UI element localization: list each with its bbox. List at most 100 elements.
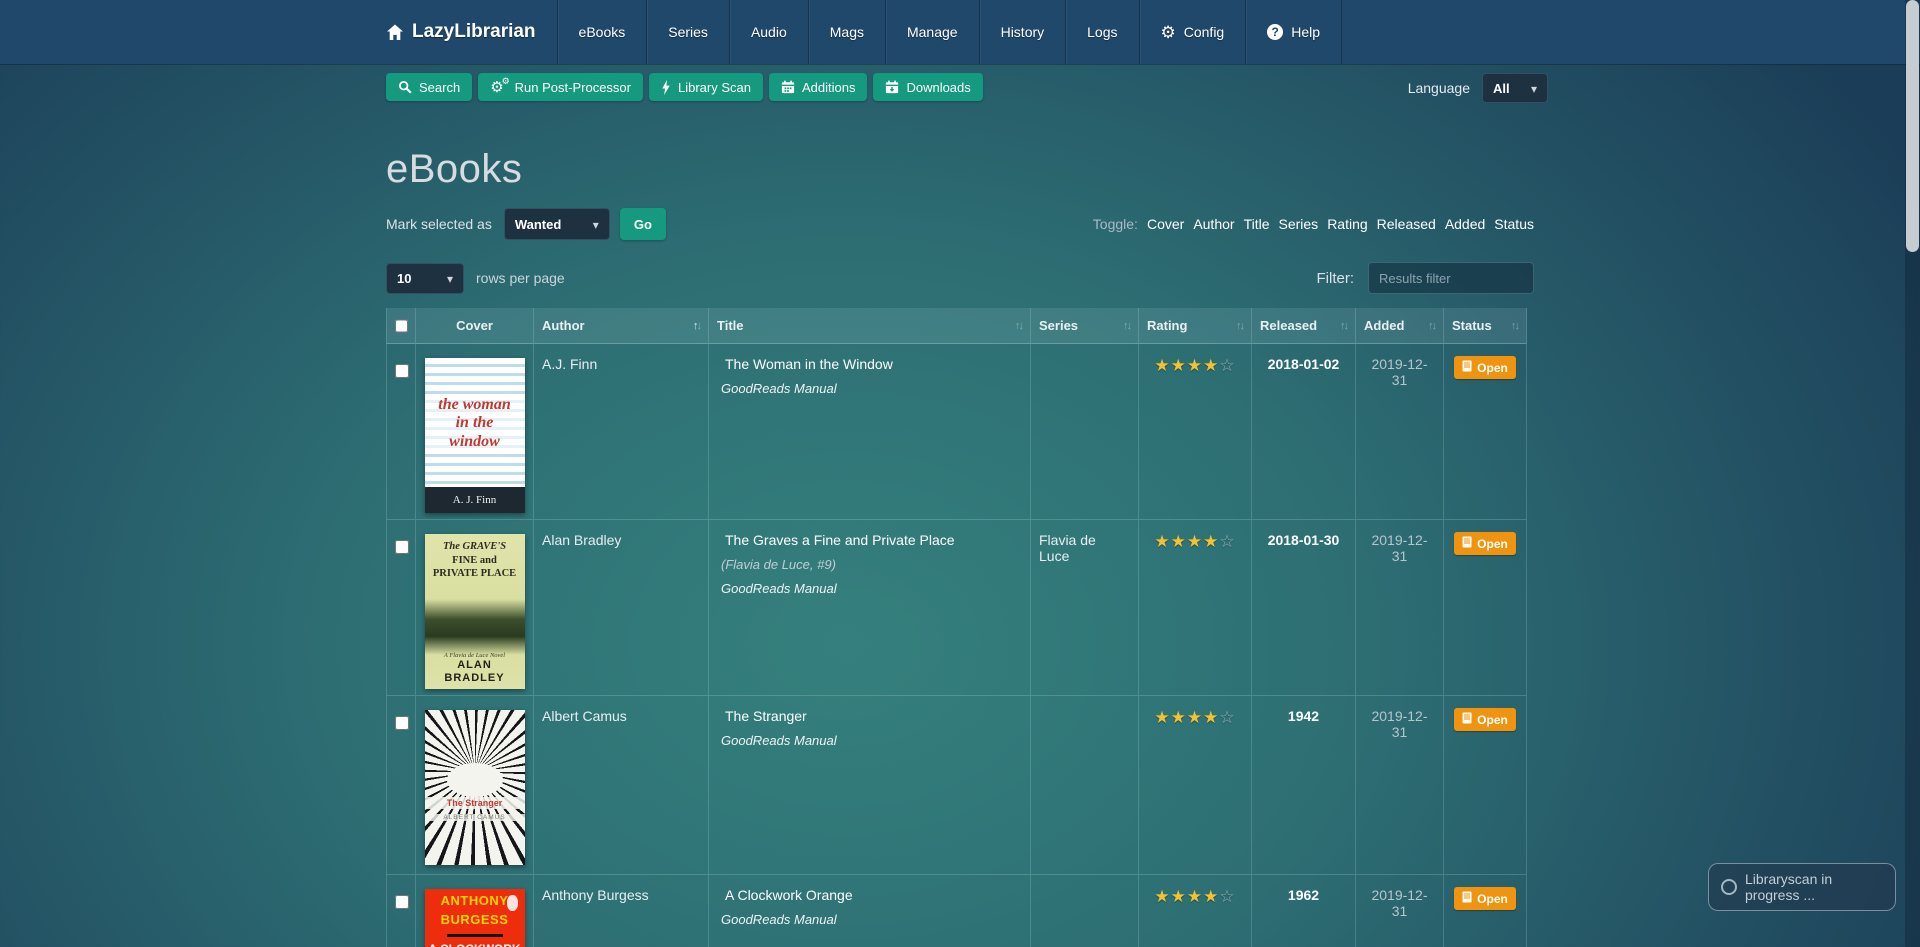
col-header-status[interactable]: Status xyxy=(1444,308,1527,344)
nav-item-label: Series xyxy=(668,24,708,40)
book-title-link[interactable]: The Stranger xyxy=(721,708,1022,724)
toggle-author[interactable]: Author xyxy=(1193,216,1234,232)
author-cell[interactable]: Alan Bradley xyxy=(534,520,709,696)
row-checkbox[interactable] xyxy=(395,540,409,554)
added-date: 2019-12-31 xyxy=(1371,887,1428,919)
col-header-author[interactable]: Author xyxy=(534,308,709,344)
book-icon xyxy=(1462,360,1472,375)
nav-item-logs[interactable]: Logs xyxy=(1065,0,1138,64)
author-cell[interactable]: Albert Camus xyxy=(534,696,709,875)
bolt-icon xyxy=(661,79,671,95)
table-header-row: Cover Author Title Series Rating Release… xyxy=(386,308,1527,344)
col-header-added[interactable]: Added xyxy=(1356,308,1444,344)
additions-button[interactable]: Additions xyxy=(768,73,868,101)
cover-divider xyxy=(446,933,503,937)
nav-item-history[interactable]: History xyxy=(978,0,1066,64)
col-header-label: Added xyxy=(1364,318,1405,333)
go-button-label: Go xyxy=(633,216,652,232)
language-select[interactable]: All xyxy=(1482,73,1548,103)
rating-stars: ★★★★☆ xyxy=(1154,532,1236,551)
results-filter-input[interactable] xyxy=(1368,262,1534,294)
col-header-title[interactable]: Title xyxy=(709,308,1031,344)
book-title-link[interactable]: The Woman in the Window xyxy=(721,356,1022,372)
book-cover-woman-in-the-window[interactable]: the woman in the window A. J. Finn xyxy=(424,358,525,513)
cover-art xyxy=(446,762,503,797)
nav-item-label: Logs xyxy=(1087,24,1118,40)
nav-item-manage[interactable]: Manage xyxy=(884,0,979,64)
author-cell[interactable]: Anthony Burgess xyxy=(534,875,709,947)
toggle-released[interactable]: Released xyxy=(1377,216,1436,232)
run-post-processor-button[interactable]: Run Post-Processor xyxy=(478,73,643,101)
nav-item-series[interactable]: Series xyxy=(646,0,729,64)
rating-stars: ★★★★☆ xyxy=(1154,708,1236,727)
col-header-label: Author xyxy=(542,318,585,333)
go-button[interactable]: Go xyxy=(619,208,666,240)
open-button[interactable]: Open xyxy=(1454,356,1516,379)
toggle-rating[interactable]: Rating xyxy=(1327,216,1367,232)
series-cell xyxy=(1031,875,1139,947)
search-button[interactable]: Search xyxy=(386,73,473,101)
language-value: All xyxy=(1493,80,1510,96)
toggle-title[interactable]: Title xyxy=(1244,216,1270,232)
main-content: eBooks Mark selected as Wanted Go Toggle… xyxy=(386,147,1534,947)
col-header-released[interactable]: Released xyxy=(1252,308,1356,344)
book-cover-a-clockwork-orange[interactable]: ANTHONY BURGESS A CLOCKWORK ORANGE xyxy=(424,889,525,947)
sort-icon xyxy=(693,320,700,332)
nav-item-config[interactable]: Config xyxy=(1138,0,1246,64)
col-header-rating[interactable]: Rating xyxy=(1139,308,1252,344)
library-scan-button[interactable]: Library Scan xyxy=(648,73,763,101)
cover-text: window xyxy=(424,432,525,452)
brand-label: LazyLibrarian xyxy=(412,21,536,42)
col-header-series[interactable]: Series xyxy=(1031,308,1139,344)
open-button[interactable]: Open xyxy=(1454,887,1516,910)
ebooks-table: Cover Author Title Series Rating Release… xyxy=(386,308,1527,947)
page-scrollbar[interactable] xyxy=(1905,0,1920,947)
book-cover-graves-fine-private-place[interactable]: The GRAVE'S FINE and PRIVATE PLACE A Fla… xyxy=(424,534,525,689)
nav-item-ebooks[interactable]: eBooks xyxy=(556,0,647,64)
mark-selected-value: Wanted xyxy=(514,216,562,232)
open-button-label: Open xyxy=(1477,536,1508,551)
mark-selected-select[interactable]: Wanted xyxy=(503,208,610,240)
author-name: Albert Camus xyxy=(542,708,627,724)
cover-text: FINE and xyxy=(452,554,497,566)
downloads-button[interactable]: Downloads xyxy=(873,73,983,101)
author-name: Anthony Burgess xyxy=(542,887,649,903)
brand-home-link[interactable]: LazyLibrarian xyxy=(386,0,557,64)
nav-item-mags[interactable]: Mags xyxy=(807,0,885,64)
rating-stars: ★★★★☆ xyxy=(1154,887,1236,906)
gear-icon xyxy=(1161,24,1176,41)
row-checkbox[interactable] xyxy=(395,364,409,378)
cover-text: BURGESS xyxy=(440,912,509,928)
nav-item-help[interactable]: Help xyxy=(1245,0,1343,64)
calendar-icon xyxy=(781,80,795,94)
page-title: eBooks xyxy=(386,147,523,191)
toggle-added[interactable]: Added xyxy=(1445,216,1485,232)
book-title-link[interactable]: The Graves a Fine and Private Place xyxy=(721,532,1022,548)
cover-text: The GRAVE'S xyxy=(442,541,507,552)
rows-per-page-select[interactable]: 10 xyxy=(386,262,464,294)
toggle-series[interactable]: Series xyxy=(1279,216,1319,232)
col-header-label: Series xyxy=(1039,318,1079,333)
action-toolbar: Search Run Post-Processor Library Scan A… xyxy=(386,73,1548,103)
rating-stars: ★★★★☆ xyxy=(1154,356,1236,375)
book-cover-the-stranger[interactable]: The Stranger ALBERT CAMUS xyxy=(424,710,525,865)
cover-text: The Stranger xyxy=(424,796,525,809)
book-icon xyxy=(1462,891,1472,906)
open-button[interactable]: Open xyxy=(1454,532,1516,555)
cover-author-text: A. J. Finn xyxy=(424,487,525,513)
row-checkbox[interactable] xyxy=(395,895,409,909)
select-all-checkbox[interactable] xyxy=(394,318,408,333)
open-button[interactable]: Open xyxy=(1454,708,1516,731)
toggle-status[interactable]: Status xyxy=(1494,216,1534,232)
sort-icon xyxy=(1340,320,1347,332)
nav-item-label: Mags xyxy=(829,24,864,40)
toggle-cover[interactable]: Cover xyxy=(1147,216,1184,232)
book-title-link[interactable]: A Clockwork Orange xyxy=(721,887,1022,903)
series-cell[interactable]: Flavia de Luce xyxy=(1031,520,1139,696)
row-checkbox[interactable] xyxy=(395,716,409,730)
series-note: (Flavia de Luce, #9) xyxy=(721,557,836,572)
scrollbar-thumb[interactable] xyxy=(1906,0,1919,252)
nav-item-audio[interactable]: Audio xyxy=(728,0,808,64)
additions-label: Additions xyxy=(801,79,856,95)
author-cell[interactable]: A.J. Finn xyxy=(534,344,709,520)
